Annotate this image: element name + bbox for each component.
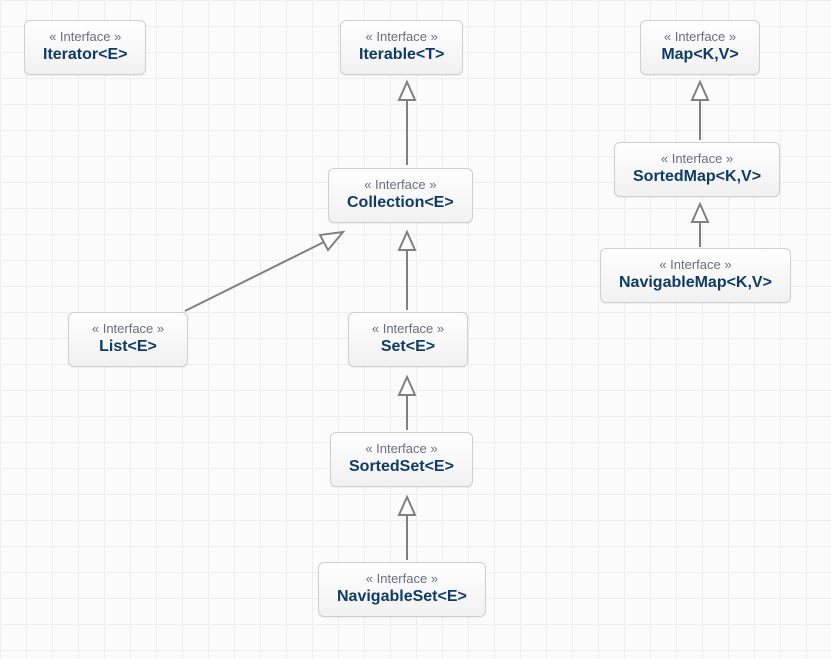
edge-list-collection: [185, 240, 328, 311]
stereotype-label: « Interface »: [347, 177, 454, 192]
node-sortedset[interactable]: « Interface » SortedSet<E>: [330, 432, 473, 487]
class-name: NavigableSet<E>: [337, 588, 467, 606]
arrowhead-sortedmap-map: [692, 82, 708, 100]
arrowhead-collection-iterable: [399, 82, 415, 100]
stereotype-label: « Interface »: [43, 29, 127, 44]
class-name: SortedSet<E>: [349, 458, 454, 476]
diagram-canvas: « Interface » Iterator<E> « Interface » …: [0, 0, 831, 659]
node-navigablemap[interactable]: « Interface » NavigableMap<K,V>: [600, 248, 791, 303]
arrowhead-navigableset-sortedset: [399, 497, 415, 515]
class-name: Iterator<E>: [43, 46, 127, 64]
stereotype-label: « Interface »: [659, 29, 741, 44]
node-navigableset[interactable]: « Interface » NavigableSet<E>: [318, 562, 486, 617]
node-map[interactable]: « Interface » Map<K,V>: [640, 20, 760, 75]
arrowhead-sortedset-set: [399, 377, 415, 395]
node-iterable[interactable]: « Interface » Iterable<T>: [340, 20, 463, 75]
node-iterator[interactable]: « Interface » Iterator<E>: [24, 20, 146, 75]
arrowhead-set-collection: [399, 232, 415, 250]
class-name: Set<E>: [367, 338, 449, 356]
stereotype-label: « Interface »: [349, 441, 454, 456]
stereotype-label: « Interface »: [367, 321, 449, 336]
class-name: Collection<E>: [347, 194, 454, 212]
class-name: List<E>: [87, 338, 169, 356]
node-collection[interactable]: « Interface » Collection<E>: [328, 168, 473, 223]
stereotype-label: « Interface »: [359, 29, 444, 44]
stereotype-label: « Interface »: [619, 257, 772, 272]
node-set[interactable]: « Interface » Set<E>: [348, 312, 468, 367]
class-name: NavigableMap<K,V>: [619, 274, 772, 292]
stereotype-label: « Interface »: [87, 321, 169, 336]
arrowhead-list-collection: [320, 232, 343, 250]
node-sortedmap[interactable]: « Interface » SortedMap<K,V>: [614, 142, 780, 197]
node-list[interactable]: « Interface » List<E>: [68, 312, 188, 367]
class-name: Iterable<T>: [359, 46, 444, 64]
arrowhead-navigablemap-sortedmap: [692, 204, 708, 222]
stereotype-label: « Interface »: [337, 571, 467, 586]
stereotype-label: « Interface »: [633, 151, 761, 166]
class-name: SortedMap<K,V>: [633, 168, 761, 186]
class-name: Map<K,V>: [659, 46, 741, 64]
